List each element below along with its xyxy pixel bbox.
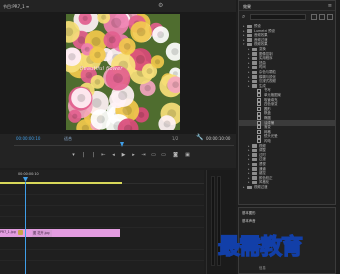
wrench-icon[interactable]: 🔧	[196, 134, 203, 141]
step-forward-icon[interactable]: ▸	[130, 152, 137, 159]
watermark-text: 最需教育	[217, 233, 303, 260]
program-monitor-panel: 节目:PR7_1 ≡ ⚙ Beautiful flower 00:00:00:1…	[0, 0, 236, 168]
effects-panel-header: 效果 ≡	[239, 1, 335, 11]
roses-image	[66, 14, 180, 130]
video-clip-2[interactable]: 图 花卉.jpg	[32, 229, 52, 237]
go-to-out-icon[interactable]: ⇥	[140, 152, 147, 159]
go-to-in-icon[interactable]: |	[90, 152, 97, 159]
effects-folder[interactable]: ▸ 视频过渡	[239, 184, 335, 190]
search-icon: ⌕	[242, 13, 246, 20]
clip-2-name: 图 花卉.jpg	[33, 231, 50, 235]
yuv-effects-icon[interactable]	[327, 14, 333, 20]
timeline-playhead-line	[25, 182, 26, 274]
track-row	[0, 207, 204, 217]
audio-meter-left	[211, 176, 215, 266]
track-row	[0, 251, 204, 261]
go-to-in-point-icon[interactable]: ⇤	[100, 152, 107, 159]
effects-item-label: 视频过渡	[254, 185, 268, 189]
folder-icon	[247, 185, 252, 189]
32bit-effects-icon[interactable]	[319, 14, 325, 20]
track-row	[0, 218, 204, 228]
video-frame-roses: Beautiful flower	[66, 14, 180, 130]
monitor-info-bar: 00:00:00:10 适合 1/2 🔧 00:00:10:00	[0, 133, 236, 145]
essential-graphics-tab[interactable]: 基本图形	[242, 210, 256, 215]
zoom-fit-select[interactable]: 适合	[64, 136, 72, 142]
program-monitor-title[interactable]: 节目:PR7_1 ≡	[3, 4, 29, 10]
timeline-tracks: PR7_1.jpg 图 花卉.jpg	[0, 185, 204, 274]
chevron-right-icon[interactable]: ▸	[243, 184, 245, 190]
play-icon[interactable]: ▶	[120, 152, 127, 159]
track-row	[0, 185, 204, 195]
mark-in-icon[interactable]: ▾	[70, 152, 77, 159]
track-row	[0, 196, 204, 206]
button-editor-icon[interactable]: ▣	[184, 152, 191, 159]
video-display-area: Beautiful flower	[0, 12, 236, 134]
track-row	[0, 240, 204, 250]
timeline-panel: 00:00:00:10 PR7_1.jpg 图 花卉.jpg	[0, 170, 204, 274]
settings-icon[interactable]: ⚙	[158, 2, 166, 9]
insert-icon[interactable]: ▭	[150, 152, 157, 159]
effects-search-row: ⌕	[239, 12, 335, 22]
effects-search-input[interactable]	[250, 14, 306, 20]
clip-name: PR7_1.jpg	[0, 229, 16, 234]
step-back-icon[interactable]: ◂	[110, 152, 117, 159]
info-tab[interactable]: 信息	[259, 265, 266, 270]
timeline-playhead-timecode: 00:00:00:10	[18, 172, 39, 176]
work-area-bar[interactable]	[0, 182, 122, 184]
fx-badge-icon	[18, 230, 23, 235]
video-caption-text: Beautiful flower	[80, 66, 123, 72]
transport-controls: ▾ | | ⇤ ◂ ▶ ▸ ⇥ ▭ ▭ ◙ ▣	[0, 151, 236, 161]
overwrite-icon[interactable]: ▭	[160, 152, 167, 159]
accelerated-effects-icon[interactable]	[311, 14, 317, 20]
essential-sound-tab[interactable]: 基本声音	[242, 218, 256, 223]
playhead-timecode[interactable]: 00:00:00:10	[16, 136, 40, 141]
panel-menu-icon[interactable]: ≡	[328, 3, 332, 9]
mark-out-icon[interactable]: |	[80, 152, 87, 159]
effects-panel: 效果 ≡ ⌕ ▸ 预设 ▸ Lumetri 预设 ▸ 音频效果 ▸ 音频过渡 ▾ 视频效果 ▸ 变换 ▸…	[238, 0, 336, 205]
effects-panel-title[interactable]: 效果	[243, 4, 251, 10]
duration-timecode: 00:00:10:00	[206, 136, 231, 141]
monitor-time-ruler[interactable]	[14, 145, 234, 150]
export-frame-icon[interactable]: ◙	[172, 152, 179, 159]
resolution-select[interactable]: 1/2	[172, 136, 178, 141]
